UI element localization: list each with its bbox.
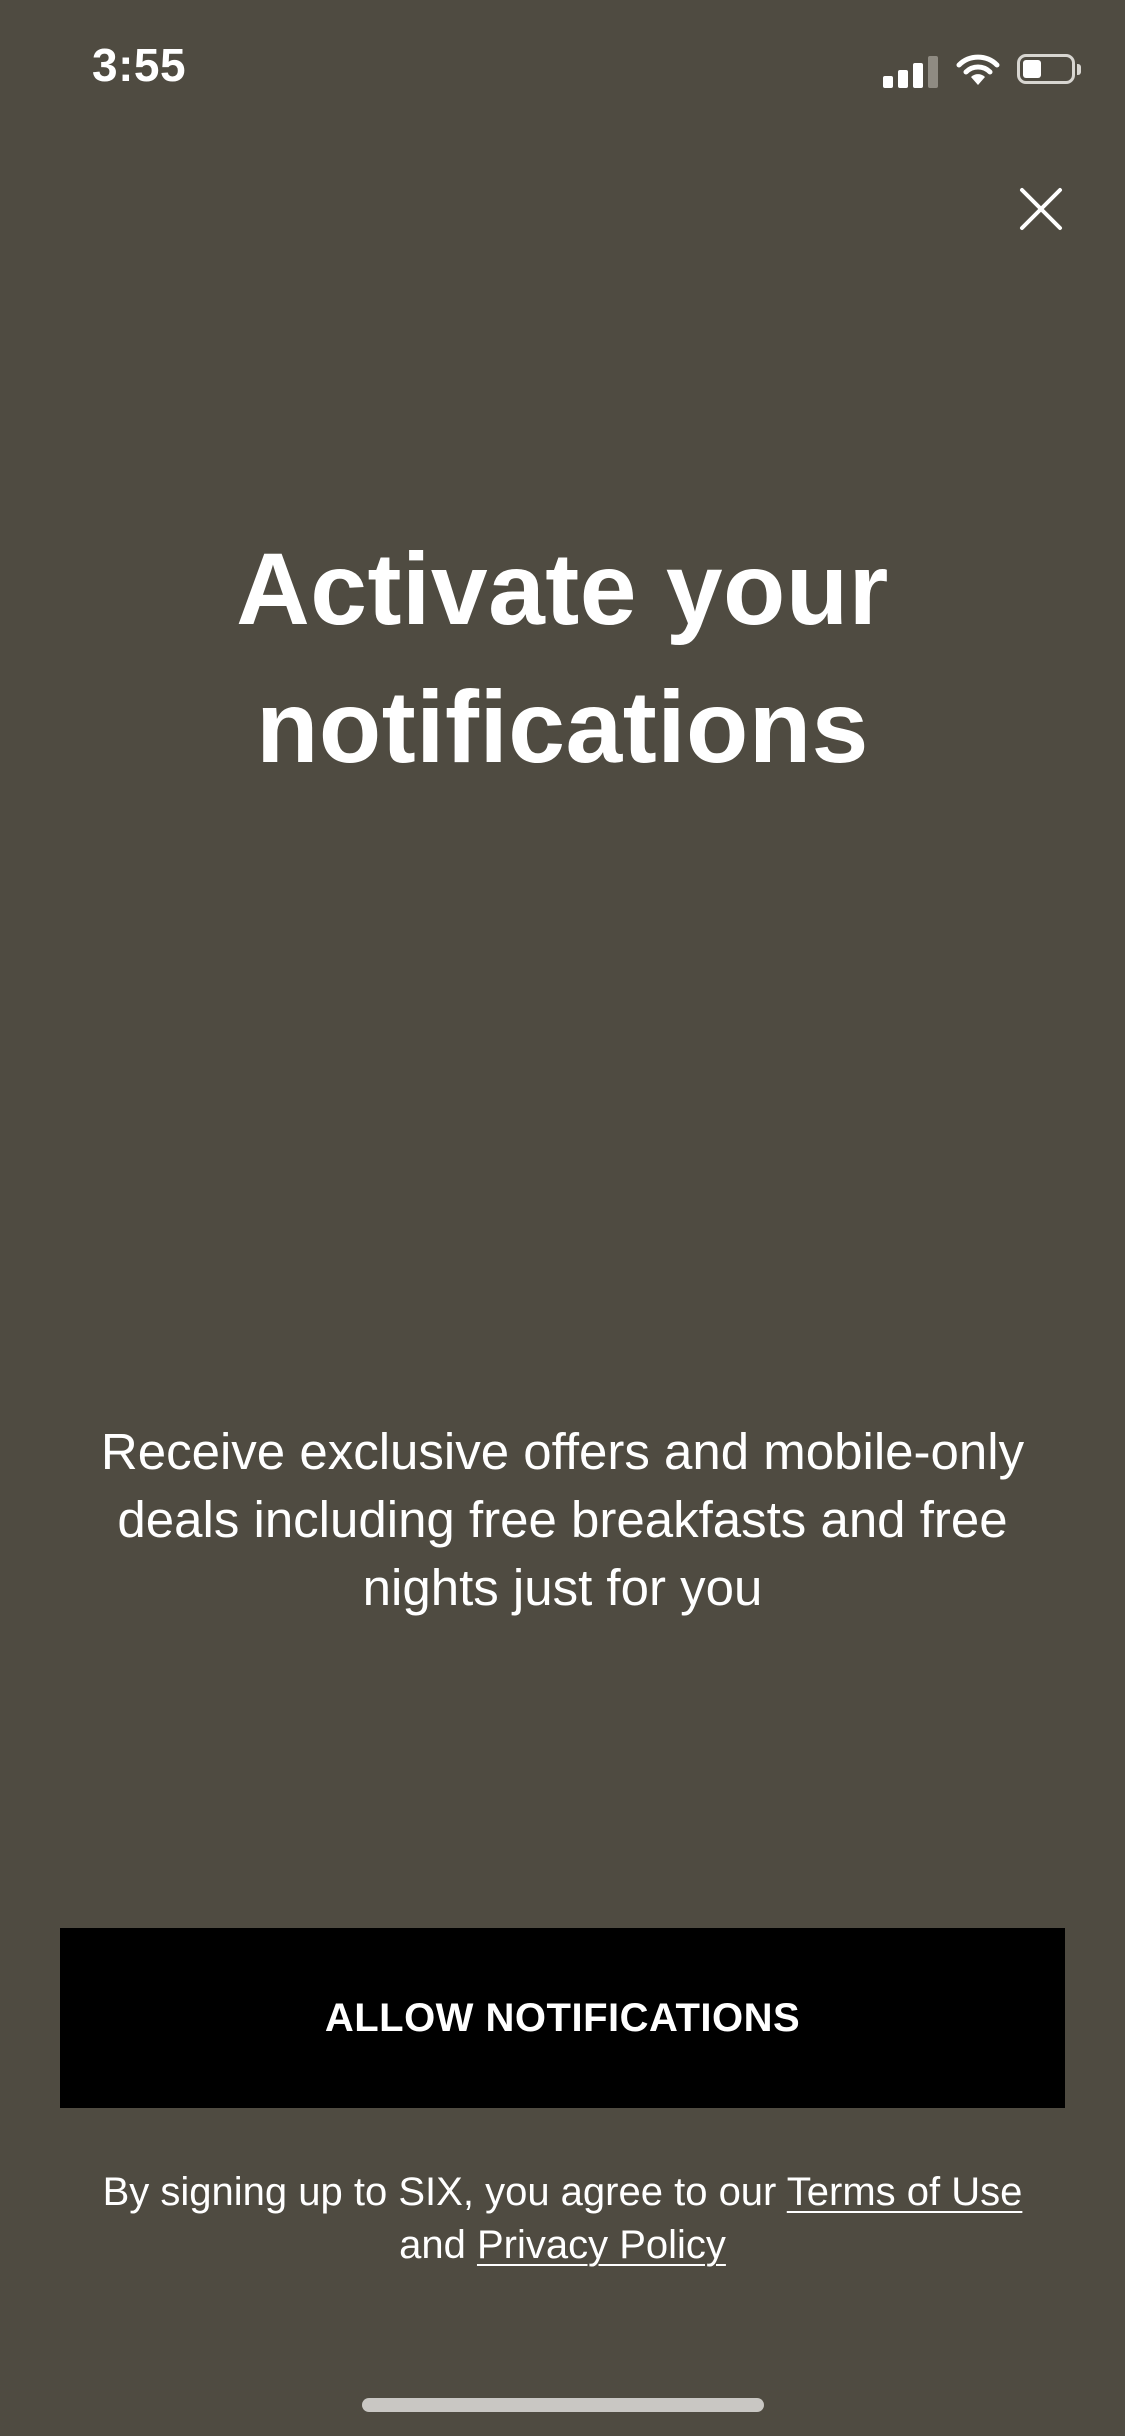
privacy-policy-link[interactable]: Privacy Policy — [477, 2223, 726, 2267]
allow-notifications-button[interactable]: ALLOW NOTIFICATIONS — [60, 1928, 1065, 2108]
legal-disclaimer: By signing up to SIX, you agree to our T… — [80, 2166, 1045, 2272]
status-icons — [883, 50, 1083, 90]
cellular-signal-icon — [883, 52, 939, 88]
legal-prefix: By signing up to SIX, you agree to our — [102, 2170, 787, 2214]
battery-icon — [1017, 54, 1083, 86]
status-time: 3:55 — [92, 39, 187, 91]
home-indicator[interactable] — [362, 2398, 764, 2412]
description-line-2: deals including free breakfasts and free — [117, 1491, 1008, 1548]
wifi-icon — [955, 53, 1001, 87]
title-line-2: notifications — [256, 670, 869, 784]
legal-conjunction: and — [399, 2223, 477, 2267]
notification-permission-screen: 3:55 Activate your notifications Receive… — [0, 0, 1125, 2436]
description-line-1: Receive exclusive offers and mobile-only — [100, 1423, 1025, 1480]
close-button[interactable] — [1010, 178, 1072, 240]
terms-of-use-link[interactable]: Terms of Use — [787, 2170, 1023, 2214]
page-title: Activate your notifications — [0, 520, 1125, 796]
description-line-3: nights just for you — [362, 1559, 763, 1616]
title-line-1: Activate your — [236, 532, 889, 646]
description-text: Receive exclusive offers and mobile-only… — [60, 1418, 1065, 1622]
close-icon — [1020, 188, 1062, 230]
status-bar: 3:55 — [0, 0, 1125, 132]
